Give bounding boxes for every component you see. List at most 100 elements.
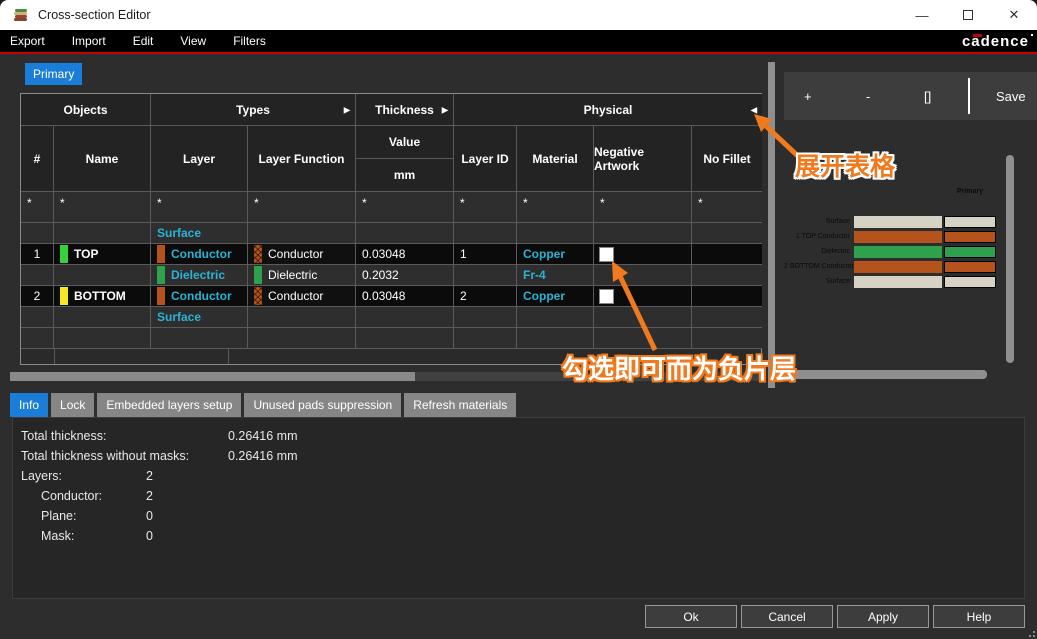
add-layer-button[interactable]: + bbox=[804, 72, 812, 120]
tab-primary[interactable]: Primary bbox=[25, 63, 82, 85]
cell-empty[interactable] bbox=[454, 328, 517, 349]
cell-thickness-value[interactable]: 0.2032 bbox=[356, 265, 454, 286]
cell-empty[interactable] bbox=[54, 307, 151, 328]
vertical-splitter[interactable] bbox=[768, 62, 775, 388]
cell-empty[interactable] bbox=[54, 265, 151, 286]
filter-negative-artwork[interactable]: * bbox=[594, 192, 692, 223]
menu-export[interactable]: Export bbox=[4, 34, 51, 48]
negative-artwork-checkbox[interactable] bbox=[599, 247, 614, 262]
cell-empty[interactable] bbox=[248, 223, 356, 244]
cell-layer-id[interactable]: 2 bbox=[454, 286, 517, 307]
cancel-button[interactable]: Cancel bbox=[741, 605, 833, 628]
expand-right-icon[interactable]: ▶ bbox=[442, 105, 448, 114]
tab-info[interactable]: Info bbox=[10, 393, 48, 417]
tab-embedded-layers-setup[interactable]: Embedded layers setup bbox=[97, 393, 241, 417]
cell-name[interactable]: TOP bbox=[54, 244, 151, 265]
menu-view[interactable]: View bbox=[174, 34, 212, 48]
cell-num[interactable]: 2 bbox=[21, 286, 54, 307]
cell-empty[interactable] bbox=[21, 328, 54, 349]
tab-refresh-materials[interactable]: Refresh materials bbox=[404, 393, 516, 417]
cell-empty[interactable] bbox=[21, 307, 54, 328]
cell-no-fillet[interactable] bbox=[692, 244, 762, 265]
cell-empty[interactable] bbox=[594, 223, 692, 244]
cell-negative-artwork bbox=[594, 244, 692, 265]
cell-empty[interactable] bbox=[248, 307, 356, 328]
cell-empty[interactable] bbox=[356, 328, 454, 349]
filter-layer-function[interactable]: * bbox=[248, 192, 356, 223]
info-label: Total thickness without masks: bbox=[21, 449, 189, 463]
negative-artwork-checkbox[interactable] bbox=[599, 289, 614, 304]
cell-empty[interactable] bbox=[454, 265, 517, 286]
cell-empty[interactable] bbox=[454, 223, 517, 244]
group-physical[interactable]: Physical◀ bbox=[454, 94, 762, 126]
cell-empty[interactable] bbox=[21, 265, 54, 286]
panel-vscrollbar-thumb[interactable] bbox=[1006, 155, 1014, 363]
filter-thickness[interactable]: * bbox=[356, 192, 454, 223]
info-row: Plane: 0 bbox=[13, 506, 1024, 526]
tab-lock[interactable]: Lock bbox=[51, 393, 94, 417]
group-types[interactable]: Types▶ bbox=[151, 94, 356, 126]
menu-filters[interactable]: Filters bbox=[227, 34, 272, 48]
cell-num[interactable]: 1 bbox=[21, 244, 54, 265]
expand-right-icon[interactable]: ▶ bbox=[344, 105, 350, 114]
cell-name[interactable]: BOTTOM bbox=[54, 286, 151, 307]
cell-layer[interactable]: Surface bbox=[151, 307, 248, 328]
cell-empty[interactable] bbox=[594, 328, 692, 349]
cell-empty[interactable] bbox=[517, 328, 594, 349]
cell-layer-function[interactable]: Conductor bbox=[248, 244, 356, 265]
cell-material[interactable]: Fr-4 bbox=[517, 265, 594, 286]
apply-button[interactable]: Apply bbox=[837, 605, 929, 628]
cell-layer[interactable]: Conductor bbox=[151, 244, 248, 265]
cell-empty[interactable] bbox=[356, 307, 454, 328]
menu-edit[interactable]: Edit bbox=[127, 34, 160, 48]
cell-empty[interactable] bbox=[692, 307, 762, 328]
tab-unused-pads-suppression[interactable]: Unused pads suppression bbox=[244, 393, 401, 417]
cell-empty[interactable] bbox=[594, 307, 692, 328]
cell-layer[interactable]: Dielectric bbox=[151, 265, 248, 286]
minimize-button[interactable]: — bbox=[899, 0, 945, 30]
brackets-button[interactable]: [] bbox=[924, 72, 931, 120]
cell-empty[interactable] bbox=[21, 223, 54, 244]
remove-layer-button[interactable]: - bbox=[866, 72, 870, 120]
cell-empty[interactable] bbox=[454, 307, 517, 328]
help-button[interactable]: Help bbox=[933, 605, 1025, 628]
resize-grip[interactable] bbox=[1027, 629, 1035, 637]
ok-button[interactable]: Ok bbox=[645, 605, 737, 628]
cell-layer-function[interactable]: Dielectric bbox=[248, 265, 356, 286]
filter-layer[interactable]: * bbox=[151, 192, 248, 223]
filter-layer-id[interactable]: * bbox=[454, 192, 517, 223]
cell-no-fillet[interactable] bbox=[692, 286, 762, 307]
cell-thickness-value[interactable]: 0.03048 bbox=[356, 286, 454, 307]
menu-import[interactable]: Import bbox=[66, 34, 112, 48]
filter-material[interactable]: * bbox=[517, 192, 594, 223]
cell-empty[interactable] bbox=[356, 223, 454, 244]
close-button[interactable]: ✕ bbox=[991, 0, 1037, 30]
cell-empty[interactable] bbox=[692, 328, 762, 349]
cell-layer[interactable]: Conductor bbox=[151, 286, 248, 307]
maximize-button[interactable] bbox=[945, 0, 991, 30]
collapse-left-icon[interactable]: ◀ bbox=[751, 105, 757, 114]
cell-empty[interactable] bbox=[54, 328, 151, 349]
panel-hscrollbar-thumb[interactable] bbox=[793, 370, 987, 379]
cell-material[interactable]: Copper bbox=[517, 244, 594, 265]
cell-thickness-value[interactable]: 0.03048 bbox=[356, 244, 454, 265]
cell-empty[interactable] bbox=[692, 223, 762, 244]
save-button[interactable]: Save bbox=[996, 72, 1026, 120]
filter-name[interactable]: * bbox=[54, 192, 151, 223]
cell-empty[interactable] bbox=[517, 223, 594, 244]
table-hscrollbar-thumb[interactable] bbox=[10, 372, 415, 381]
cell-empty[interactable] bbox=[517, 307, 594, 328]
group-objects[interactable]: Objects bbox=[21, 94, 151, 126]
cell-material[interactable]: Copper bbox=[517, 286, 594, 307]
cell-empty[interactable] bbox=[692, 265, 762, 286]
cell-empty[interactable] bbox=[594, 265, 692, 286]
cell-layer-id[interactable]: 1 bbox=[454, 244, 517, 265]
cell-layer[interactable]: Surface bbox=[151, 223, 248, 244]
cell-empty[interactable] bbox=[248, 328, 356, 349]
filter-num[interactable]: * bbox=[21, 192, 54, 223]
cell-layer-function[interactable]: Conductor bbox=[248, 286, 356, 307]
cell-empty[interactable] bbox=[54, 223, 151, 244]
cell-empty[interactable] bbox=[151, 328, 248, 349]
group-thickness[interactable]: Thickness▶ bbox=[356, 94, 454, 126]
filter-no-fillet[interactable]: * bbox=[692, 192, 762, 223]
